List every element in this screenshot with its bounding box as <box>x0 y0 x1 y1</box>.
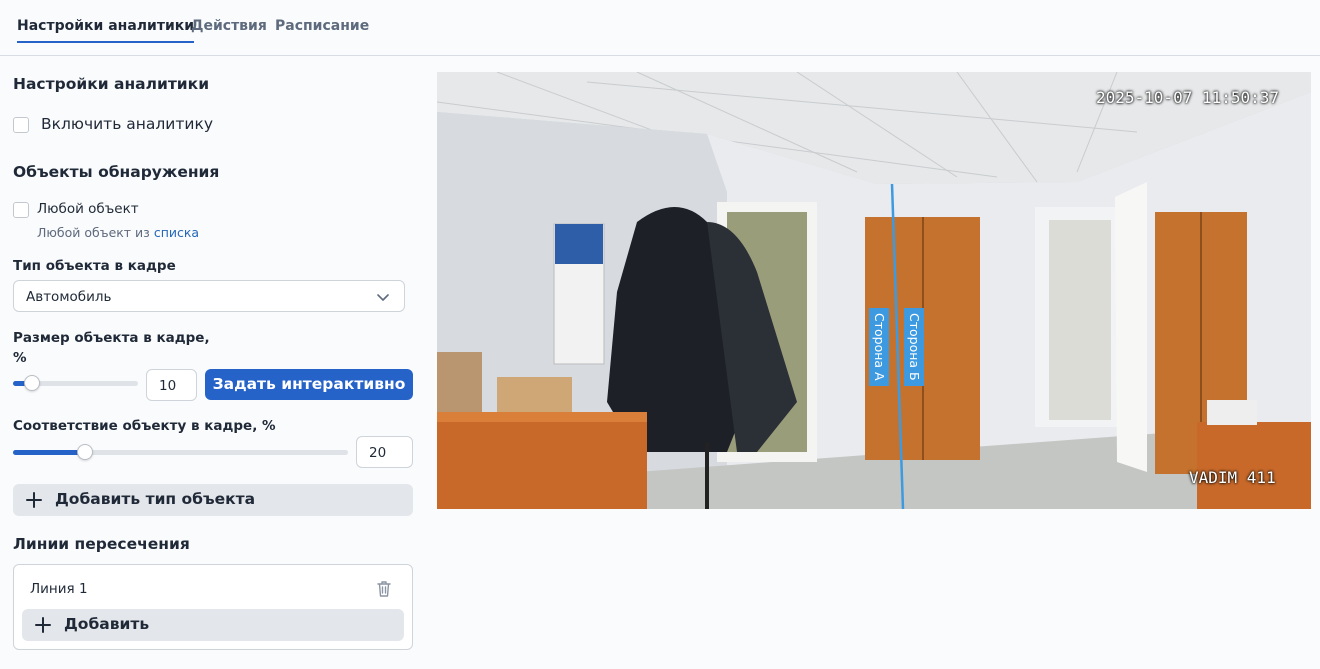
tab-analytics-settings[interactable]: Настройки аналитики <box>17 18 195 43</box>
plus-icon <box>26 492 42 508</box>
object-size-slider[interactable] <box>13 374 138 392</box>
object-match-label: Соответствие объекту в кадре, % <box>13 418 276 434</box>
object-list-link[interactable]: списка <box>154 225 199 240</box>
enable-analytics-checkbox[interactable] <box>13 117 29 133</box>
add-line-button[interactable]: Добавить <box>22 609 404 641</box>
crossing-lines-title: Линии пересечения <box>13 535 190 553</box>
list-item[interactable]: Линия 1 <box>14 565 412 609</box>
object-size-unit: % <box>13 350 27 366</box>
side-b-label[interactable]: Сторона Б <box>904 308 924 386</box>
slider-fill <box>13 450 85 455</box>
analytics-settings-title: Настройки аналитики <box>13 75 210 93</box>
side-a-label[interactable]: Сторона А <box>869 308 889 386</box>
add-object-type-label: Добавить тип объекта <box>55 490 256 508</box>
set-interactive-button[interactable]: Задать интерактивно <box>205 369 413 400</box>
detection-objects-title: Объекты обнаружения <box>13 163 220 181</box>
line-name: Линия 1 <box>30 581 88 597</box>
slider-thumb[interactable] <box>77 444 93 460</box>
crossing-lines-panel: Линия 1 Добавить <box>13 564 413 650</box>
any-object-hint: Любой объект из списка <box>37 225 199 240</box>
tab-actions[interactable]: Действия <box>191 18 267 34</box>
any-object-label[interactable]: Любой объект <box>37 201 139 217</box>
object-size-label: Размер объекта в кадре, <box>13 330 210 346</box>
camera-preview[interactable]: 2025-10-07 11:50:37 VADIM 411 Сторона А … <box>437 72 1311 509</box>
camera-timestamp: 2025-10-07 11:50:37 <box>1096 88 1280 107</box>
trash-icon[interactable] <box>376 580 392 598</box>
any-object-hint-text: Любой объект из <box>37 225 150 240</box>
object-size-input[interactable]: 10 <box>146 369 197 401</box>
object-match-input[interactable]: 20 <box>356 436 413 468</box>
plus-icon <box>35 617 51 633</box>
any-object-checkbox[interactable] <box>13 202 29 218</box>
camera-name: VADIM 411 <box>1189 468 1276 487</box>
object-type-value: Автомобиль <box>26 289 112 305</box>
object-type-label: Тип объекта в кадре <box>13 258 176 274</box>
camera-frame-image <box>437 72 1311 509</box>
add-object-type-button[interactable]: Добавить тип объекта <box>13 484 413 516</box>
enable-analytics-label[interactable]: Включить аналитику <box>41 115 213 133</box>
tab-schedule[interactable]: Расписание <box>275 18 369 34</box>
tab-bar: Настройки аналитики Действия Расписание <box>0 0 1320 56</box>
object-type-select[interactable]: Автомобиль <box>13 280 405 312</box>
object-match-slider[interactable] <box>13 443 348 461</box>
add-line-label: Добавить <box>64 615 150 633</box>
chevron-down-icon <box>377 294 389 301</box>
slider-thumb[interactable] <box>24 375 40 391</box>
